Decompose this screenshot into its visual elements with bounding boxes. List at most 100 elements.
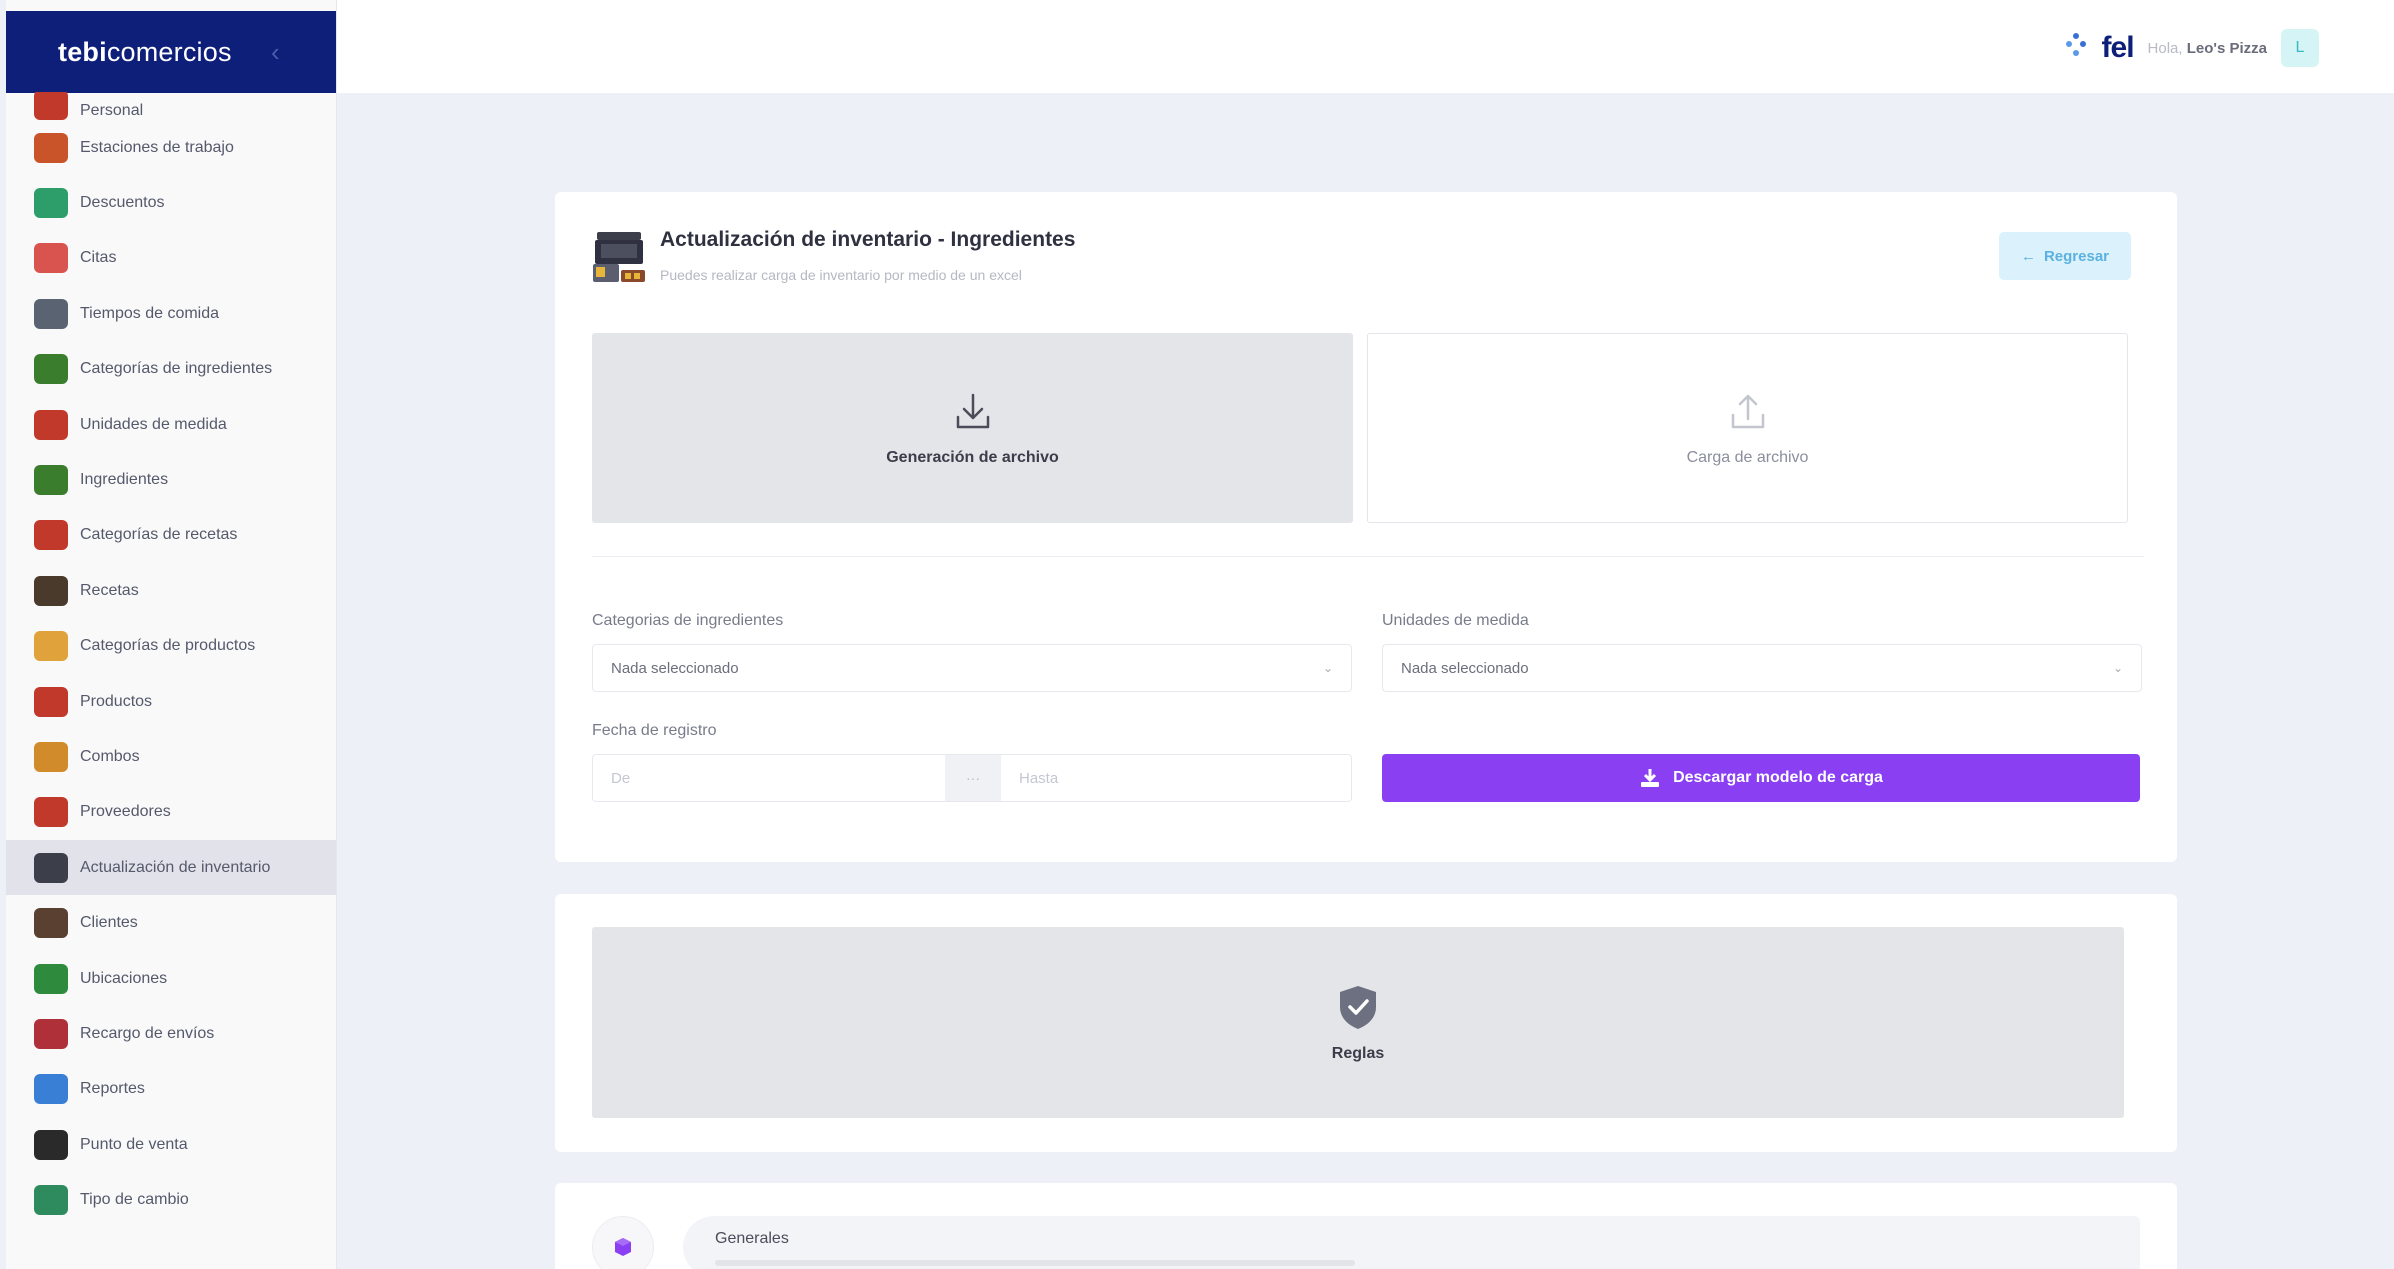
- upload-file-option[interactable]: Carga de archivo: [1367, 333, 2128, 523]
- brand-logo: tebicomercios: [58, 36, 232, 67]
- download-icon: [956, 393, 989, 429]
- sidebar-item[interactable]: Actualización de inventario: [6, 840, 336, 896]
- shield-check-icon: [1340, 985, 1376, 1029]
- general-text-line: [715, 1260, 1355, 1266]
- download-icon: [1641, 769, 1660, 787]
- cash-register-icon: [34, 132, 68, 163]
- sidebar-item-label: Unidades de medida: [80, 415, 227, 433]
- sidebar-item-label: Actualización de inventario: [80, 858, 271, 876]
- sidebar-item-label: Citas: [80, 249, 117, 267]
- sidebar-item-label: Descuentos: [80, 194, 165, 212]
- loading-dots-icon[interactable]: [2064, 33, 2088, 63]
- inventory-update-icon: [34, 852, 68, 883]
- sidebar-item-label: Categorías de productos: [80, 637, 256, 655]
- page-subtitle: Puedes realizar carga de inventario por …: [660, 267, 1022, 283]
- sidebar-item-label: Estaciones de trabajo: [80, 138, 234, 156]
- sidebar-item-label: Categorías de ingredientes: [80, 360, 273, 378]
- recipe-book-icon: [34, 575, 68, 606]
- sidebar-item[interactable]: Descuentos: [6, 175, 336, 230]
- chevron-down-icon: ⌄: [2112, 661, 2123, 675]
- download-template-button[interactable]: Descargar modelo de carga: [1382, 754, 2140, 802]
- arrow-left-icon: ←: [2020, 247, 2036, 265]
- location-icon: [34, 963, 68, 994]
- sidebar: tebicomercios ‹ Personal Estaciones de tr…: [6, 0, 337, 1269]
- generate-file-label: Generación de archivo: [886, 449, 1059, 466]
- sidebar-item-label: Recetas: [80, 581, 139, 599]
- date-to-input[interactable]: [1001, 755, 1351, 801]
- ingredient-categories-label: Categorias de ingredientes: [592, 612, 784, 629]
- generate-file-option[interactable]: Generación de archivo: [592, 333, 1353, 523]
- discount-globe-icon: [34, 188, 68, 219]
- ladle-icon: [34, 409, 68, 440]
- date-label: Fecha de registro: [592, 722, 717, 739]
- sidebar-nav: Personal Estaciones de trabajo Descuentos C…: [6, 92, 336, 1228]
- combo-icon: [34, 741, 68, 772]
- rules-card: Reglas: [555, 894, 2177, 1152]
- general-rules-card: Generales: [555, 1183, 2177, 1269]
- date-separator: ···: [945, 755, 1001, 801]
- sidebar-item[interactable]: Proveedores: [6, 785, 336, 840]
- user-greeting: Hola, Leo's Pizza: [2147, 39, 2267, 57]
- units-label: Unidades de medida: [1382, 612, 1529, 629]
- meal-time-icon: [34, 298, 68, 329]
- sidebar-item-label: Ubicaciones: [80, 969, 168, 987]
- fel-logo: fel: [2101, 31, 2135, 64]
- sidebar-item[interactable]: Ingredientes: [6, 452, 336, 507]
- sidebar-item[interactable]: Tipo de cambio: [6, 1172, 336, 1227]
- topbar: fel Hola, Leo's Pizza L: [337, 0, 2394, 93]
- sidebar-item[interactable]: Recargo de envíos: [6, 1006, 336, 1061]
- sidebar-item[interactable]: Punto de venta: [6, 1117, 336, 1172]
- sidebar-item[interactable]: Reportes: [6, 1062, 336, 1117]
- sidebar-item[interactable]: Recetas: [6, 563, 336, 618]
- reports-icon: [34, 1074, 68, 1105]
- sidebar-item[interactable]: Categorías de productos: [6, 619, 336, 674]
- units-select[interactable]: Nada seleccionado ⌄: [1382, 644, 2142, 692]
- sidebar-item[interactable]: Estaciones de trabajo: [6, 120, 336, 175]
- ingredients-category-icon: [34, 354, 68, 385]
- sidebar-item-label: Recargo de envíos: [80, 1024, 215, 1042]
- upload-file-label: Carga de archivo: [1686, 449, 1809, 466]
- sidebar-item-label: Personal: [80, 102, 144, 119]
- sidebar-item-label: Productos: [80, 692, 153, 710]
- sidebar-item[interactable]: Categorías de recetas: [6, 508, 336, 563]
- general-section: Generales: [683, 1216, 2140, 1269]
- sidebar-item-label: Tipo de cambio: [80, 1191, 189, 1209]
- sidebar-item[interactable]: Clientes: [6, 895, 336, 950]
- sidebar-item-label: Reportes: [80, 1080, 145, 1098]
- sidebar-item-label: Clientes: [80, 914, 138, 932]
- sidebar-item-label: Categorías de recetas: [80, 526, 238, 544]
- sidebar-item-label: Punto de venta: [80, 1135, 188, 1153]
- cart-icon: [34, 686, 68, 717]
- cube-icon: [592, 1216, 654, 1269]
- recipe-category-icon: [34, 520, 68, 551]
- ingredient-categories-select[interactable]: Nada seleccionado ⌄: [592, 644, 1352, 692]
- brand-header[interactable]: tebicomercios ‹: [6, 11, 336, 93]
- exchange-icon: [34, 1185, 68, 1216]
- inventory-update-icon: [593, 232, 645, 282]
- product-category-icon: [34, 631, 68, 662]
- avatar[interactable]: L: [2281, 29, 2319, 67]
- collapse-sidebar-icon[interactable]: ‹: [271, 37, 280, 68]
- rules-button[interactable]: Reglas: [592, 927, 2124, 1118]
- back-button[interactable]: ← Regresar: [1999, 232, 2131, 280]
- sidebar-item[interactable]: Personal: [6, 92, 336, 120]
- pos-icon: [34, 1129, 68, 1160]
- inventory-update-card: Actualización de inventario - Ingredient…: [555, 192, 2177, 862]
- sidebar-item[interactable]: Productos: [6, 674, 336, 729]
- sidebar-item[interactable]: Tiempos de comida: [6, 286, 336, 341]
- sidebar-item[interactable]: Unidades de medida: [6, 397, 336, 452]
- client-icon: [34, 908, 68, 939]
- date-from-input[interactable]: [593, 755, 945, 801]
- calendar-icon: [34, 243, 68, 274]
- sidebar-item-label: Proveedores: [80, 803, 171, 821]
- delivery-icon: [34, 1018, 68, 1049]
- sidebar-item[interactable]: Citas: [6, 231, 336, 286]
- sidebar-item[interactable]: Combos: [6, 729, 336, 784]
- sidebar-item[interactable]: Categorías de ingredientes: [6, 342, 336, 397]
- ingredients-icon: [34, 465, 68, 496]
- supplier-icon: [34, 797, 68, 828]
- sidebar-item-label: Combos: [80, 747, 140, 765]
- rules-label: Reglas: [1331, 1044, 1385, 1062]
- upload-icon: [1731, 394, 1764, 429]
- sidebar-item[interactable]: Ubicaciones: [6, 951, 336, 1006]
